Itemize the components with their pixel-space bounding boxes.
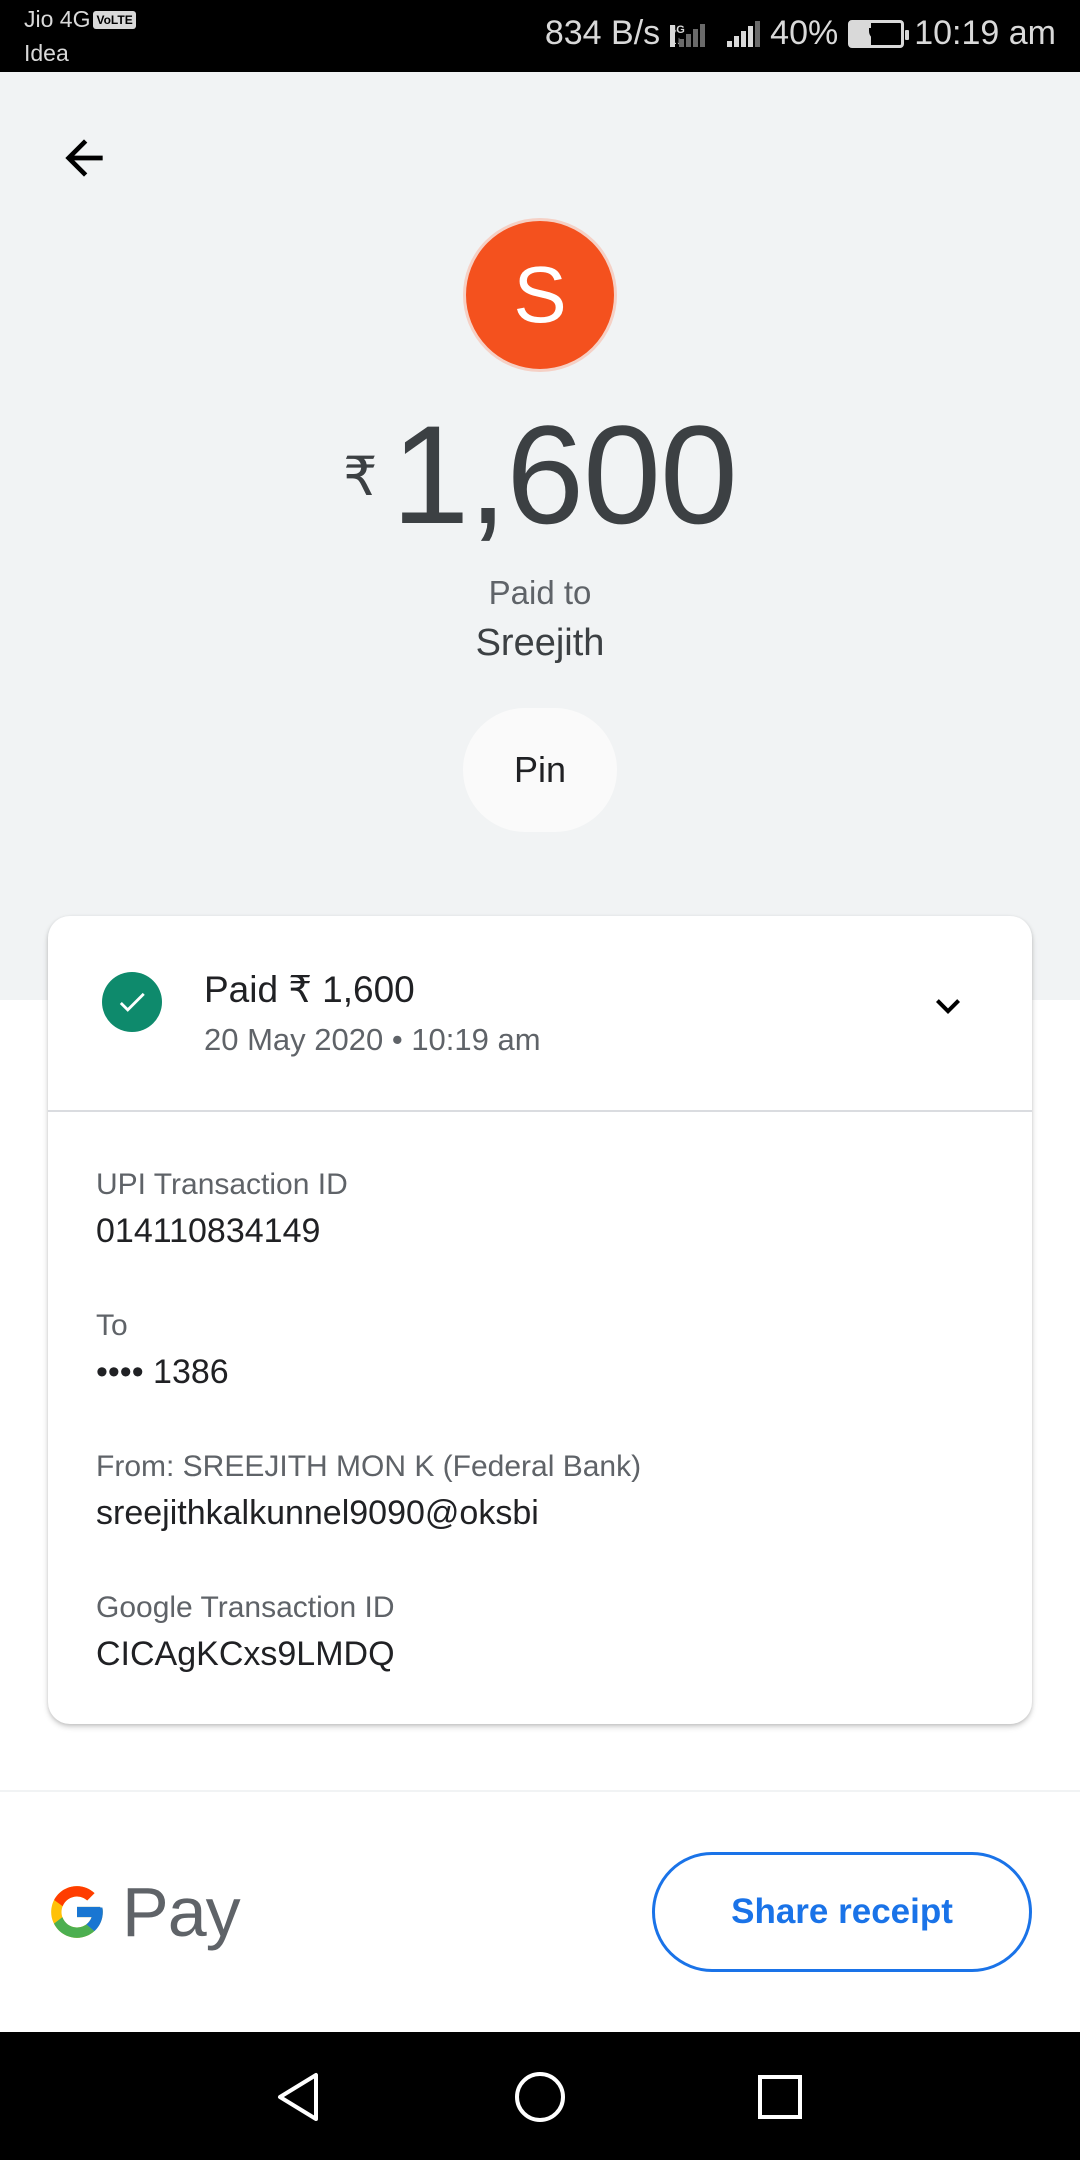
paid-to-label: Paid to <box>488 574 592 611</box>
volte-badge: VoLTE <box>93 11 136 29</box>
gpay-logo-text: Pay <box>122 1873 241 1951</box>
nav-back-icon <box>278 2073 318 2121</box>
network-type-label: 4G 1↓ <box>670 23 685 47</box>
footer-divider <box>0 1790 1080 1792</box>
carrier-primary-label: Jio 4G <box>24 6 91 32</box>
signal-strength-icon <box>727 20 761 47</box>
battery-fill <box>851 22 872 45</box>
battery-icon <box>848 19 910 48</box>
transaction-summary[interactable]: Paid ₹ 1,600 20 May 2020 • 10:19 am <box>48 916 1032 1112</box>
detail-label: From: SREEJITH MON K (Federal Bank) <box>96 1450 642 1483</box>
detail-value[interactable]: 014110834149 <box>96 1212 348 1251</box>
check-circle-icon <box>102 972 162 1032</box>
signal-4g-icon: 4G 1↓ <box>670 21 706 47</box>
detail-upi-transaction-id: UPI Transaction ID 014110834149 <box>96 1168 348 1251</box>
gpay-logo: Pay <box>46 1872 241 1952</box>
nav-recents-button[interactable] <box>745 2062 815 2132</box>
share-receipt-button[interactable]: Share receipt <box>652 1852 1032 1972</box>
chevron-down-icon <box>936 999 960 1014</box>
battery-percent: 40% <box>770 14 839 52</box>
pin-button[interactable]: Pin <box>463 708 617 832</box>
payee-name: Sreejith <box>475 622 605 664</box>
detail-value[interactable]: CICAgKCxs9LMDQ <box>96 1635 395 1674</box>
nav-back-button[interactable] <box>265 2062 335 2132</box>
nav-recents-icon <box>758 2075 802 2119</box>
share-receipt-label: Share receipt <box>731 1892 953 1931</box>
nav-home-button[interactable] <box>505 2062 575 2132</box>
clock: 10:19 am <box>914 14 1056 52</box>
checkmark-icon <box>119 992 145 1012</box>
nav-home-icon <box>515 2072 565 2122</box>
back-button[interactable] <box>44 118 124 198</box>
net-speed: 834 B/s <box>544 14 661 52</box>
detail-label: To <box>96 1309 128 1342</box>
detail-google-transaction-id: Google Transaction ID CICAgKCxs9LMDQ <box>96 1591 395 1674</box>
transaction-status: Paid ₹ 1,600 <box>204 969 415 1010</box>
detail-label: Google Transaction ID <box>96 1591 395 1624</box>
status-bar: Jio 4G VoLTE Idea 834 B/s 4G 1↓ 40% 10:19 … <box>0 0 1080 72</box>
transaction-datetime: 20 May 2020 • 10:19 am <box>204 1022 541 1057</box>
carrier-secondary: Idea <box>24 40 69 66</box>
detail-to: To •••• 1386 <box>96 1309 229 1392</box>
network-type: 4G <box>670 23 685 36</box>
avatar-letter: S <box>513 250 567 339</box>
expand-button[interactable] <box>918 976 978 1036</box>
back-arrow-icon <box>65 139 103 177</box>
amount-value: 1,600 <box>391 396 738 553</box>
detail-value[interactable]: •••• 1386 <box>96 1353 229 1392</box>
battery-saver-leaf-icon <box>869 27 884 40</box>
system-nav-bar <box>0 2032 1080 2160</box>
transaction-card: Paid ₹ 1,600 20 May 2020 • 10:19 am UPI … <box>48 916 1032 1724</box>
google-g-icon <box>51 1886 103 1938</box>
detail-value[interactable]: sreejithkalkunnel9090@oksbi <box>96 1494 641 1533</box>
avatar: S <box>463 218 617 372</box>
payment-amount: ₹ 1,600 <box>0 395 1080 555</box>
detail-from: From: SREEJITH MON K (Federal Bank) sree… <box>96 1450 641 1533</box>
detail-label: UPI Transaction ID <box>96 1168 348 1201</box>
currency-symbol: ₹ <box>343 447 378 507</box>
status-indicators: 834 B/s 4G 1↓ 40% 10:19 am <box>545 14 1056 53</box>
carrier-primary: Jio 4G VoLTE <box>24 6 136 33</box>
pin-button-label: Pin <box>513 749 567 790</box>
